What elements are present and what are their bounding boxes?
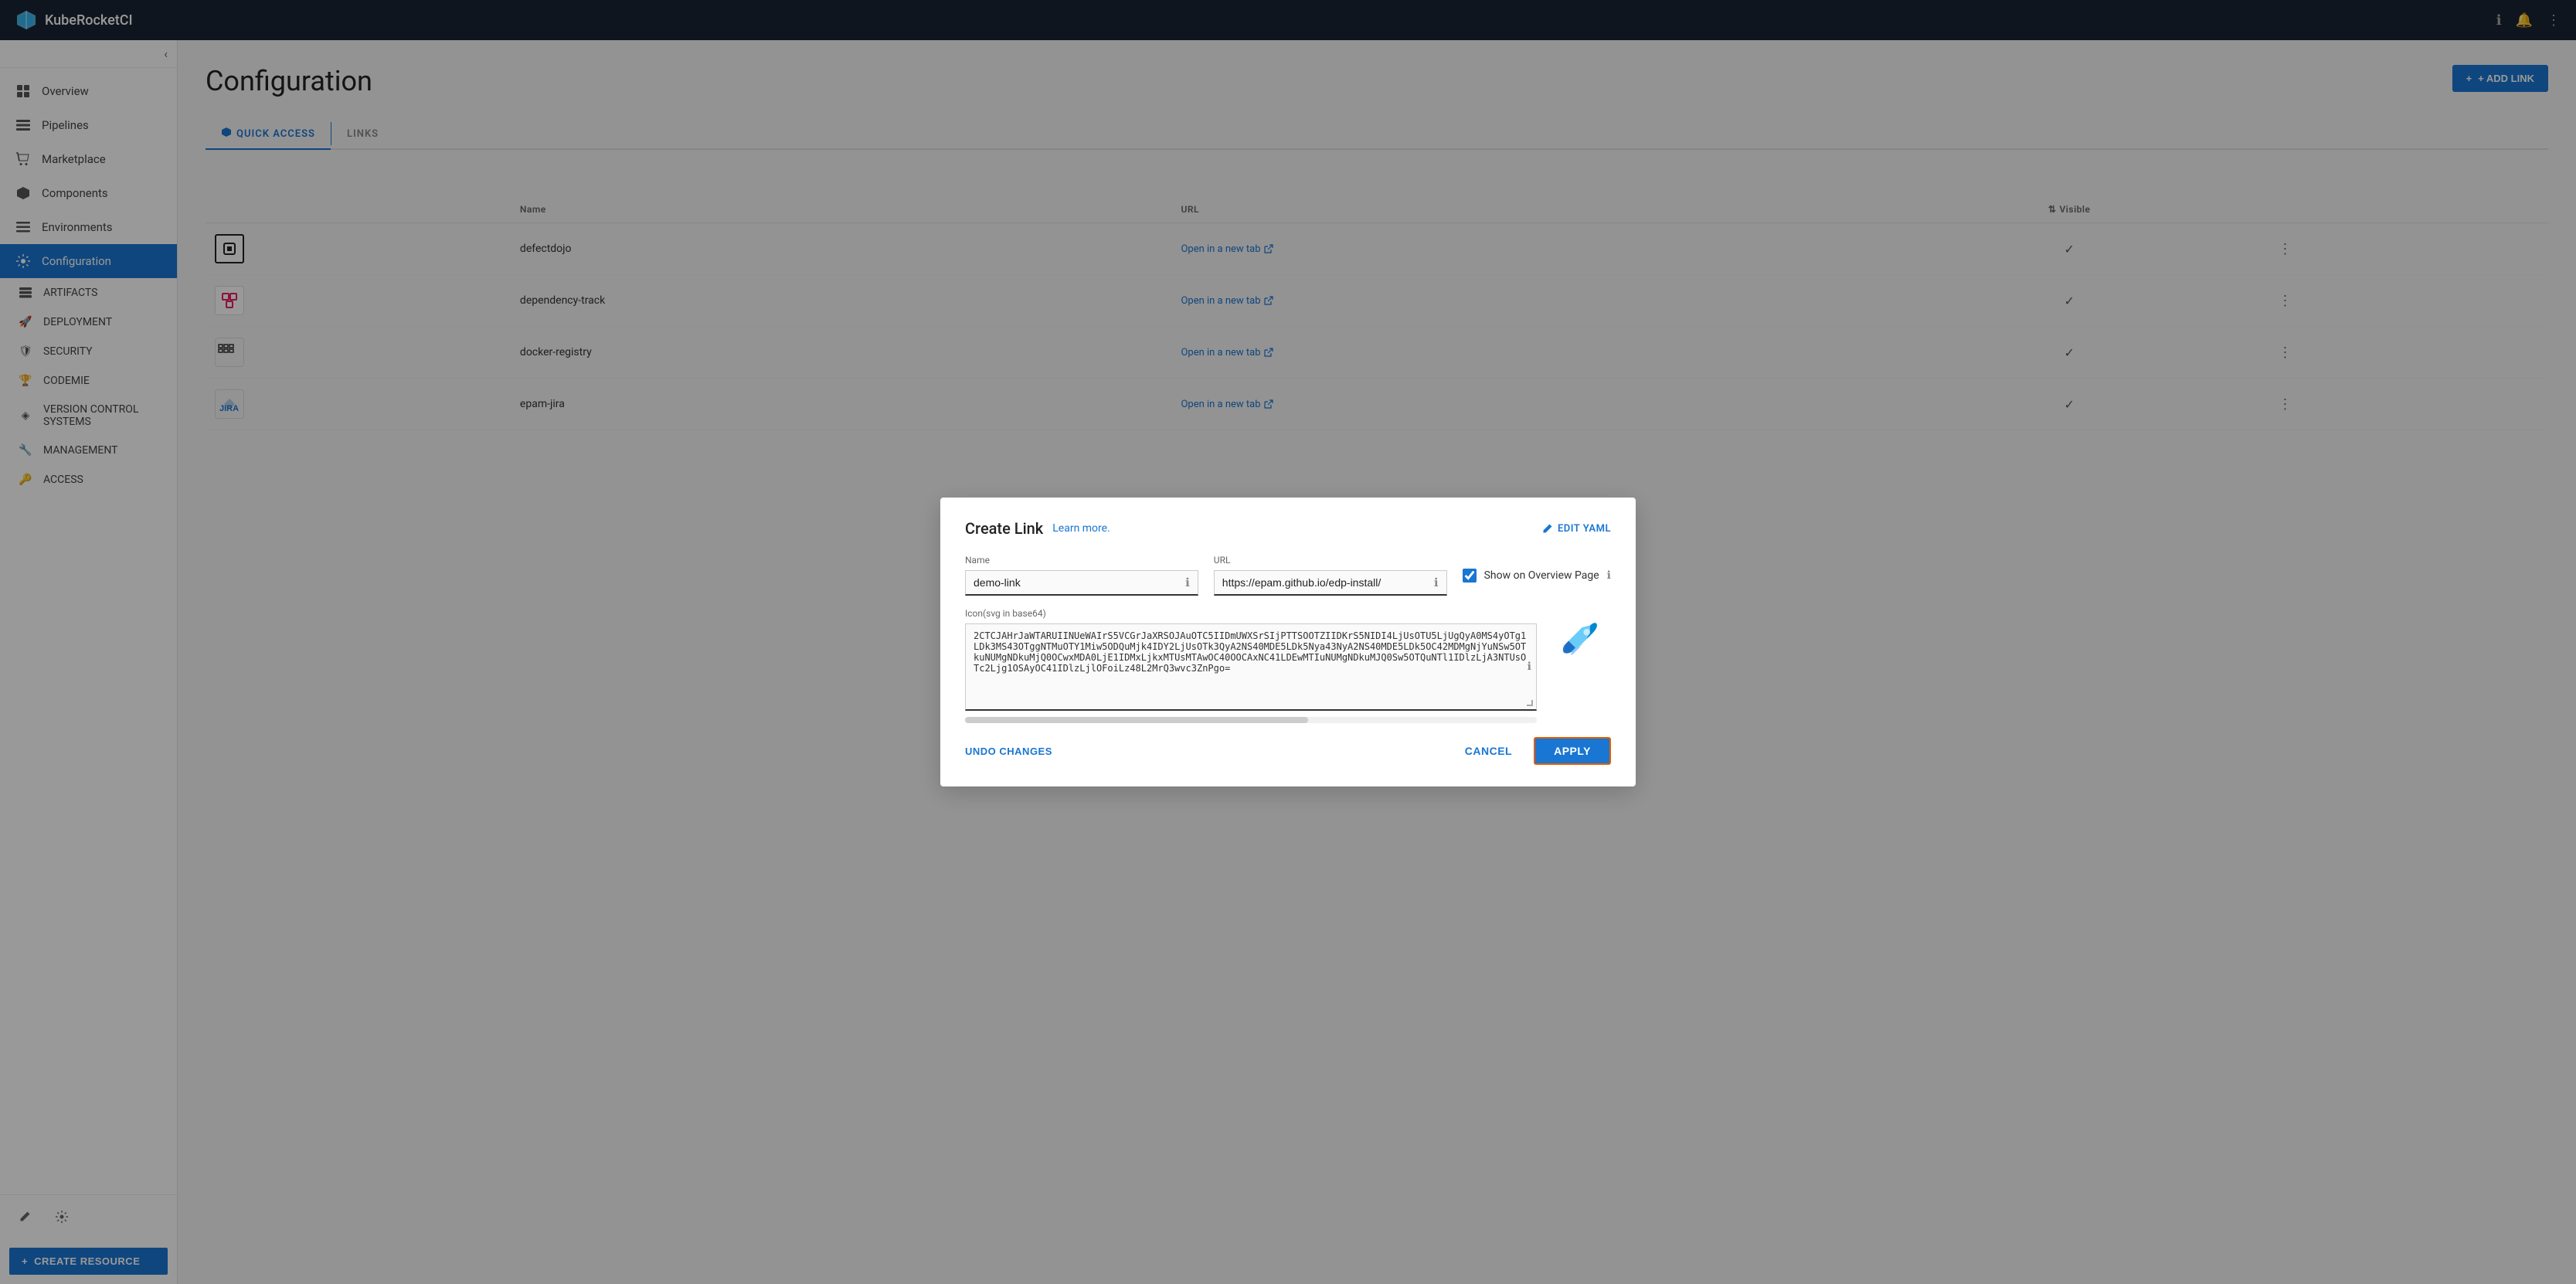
textarea-resize-handle[interactable] xyxy=(1527,700,1533,706)
modal-name-url-row: Name ℹ URL ℹ Show on Overview Page xyxy=(965,555,1611,596)
url-label: URL xyxy=(1214,555,1447,566)
modal-form: Name ℹ URL ℹ Show on Overview Page xyxy=(965,555,1611,723)
scrollbar-thumb[interactable] xyxy=(965,717,1308,723)
url-field-group: URL ℹ xyxy=(1214,555,1447,596)
modal-title-row: Create Link Learn more. xyxy=(965,519,1110,538)
modal-header: Create Link Learn more. EDIT YAML xyxy=(965,519,1611,538)
url-info-icon[interactable]: ℹ xyxy=(1434,576,1439,589)
modal-overlay[interactable]: Create Link Learn more. EDIT YAML Name ℹ xyxy=(0,0,2576,1284)
scrollbar-track[interactable] xyxy=(965,717,1537,723)
icon-input[interactable]: 2CTCJAHrJaWTARUIINUeWAIrS5VCGrJaXRSOJAuO… xyxy=(966,624,1536,709)
apply-button[interactable]: APPLY xyxy=(1534,737,1611,765)
icon-field-group: Icon(svg in base64) 2CTCJAHrJaWTARUIINUe… xyxy=(965,608,1537,723)
show-overview-label: Show on Overview Page xyxy=(1484,569,1599,582)
url-input[interactable] xyxy=(1222,576,1428,589)
modal-icon-row: Icon(svg in base64) 2CTCJAHrJaWTARUIINUe… xyxy=(965,608,1611,723)
undo-changes-button[interactable]: UNDO CHANGES xyxy=(965,746,1052,757)
modal-edit-yaml-button[interactable]: EDIT YAML xyxy=(1542,523,1611,535)
url-input-wrap: ℹ xyxy=(1214,570,1447,596)
icon-preview xyxy=(1549,608,1611,670)
edit-yaml-label: EDIT YAML xyxy=(1558,523,1611,535)
show-overview-group: Show on Overview Page ℹ xyxy=(1463,555,1611,583)
show-overview-info-icon[interactable]: ℹ xyxy=(1607,569,1611,582)
icon-label: Icon(svg in base64) xyxy=(965,608,1537,619)
create-link-modal: Create Link Learn more. EDIT YAML Name ℹ xyxy=(940,498,1636,786)
modal-title: Create Link xyxy=(965,519,1043,538)
modal-actions: CANCEL APPLY xyxy=(1456,737,1611,765)
modal-learn-more-link[interactable]: Learn more. xyxy=(1052,522,1110,535)
name-input[interactable] xyxy=(974,576,1179,589)
name-info-icon[interactable]: ℹ xyxy=(1185,576,1190,589)
show-overview-checkbox[interactable] xyxy=(1463,569,1477,583)
name-field-group: Name ℹ xyxy=(965,555,1198,596)
name-input-wrap: ℹ xyxy=(965,570,1198,596)
modal-footer: UNDO CHANGES CANCEL APPLY xyxy=(965,737,1611,765)
icon-info-icon[interactable]: ℹ xyxy=(1528,661,1531,673)
name-label: Name xyxy=(965,555,1198,566)
cancel-button[interactable]: CANCEL xyxy=(1456,739,1521,763)
